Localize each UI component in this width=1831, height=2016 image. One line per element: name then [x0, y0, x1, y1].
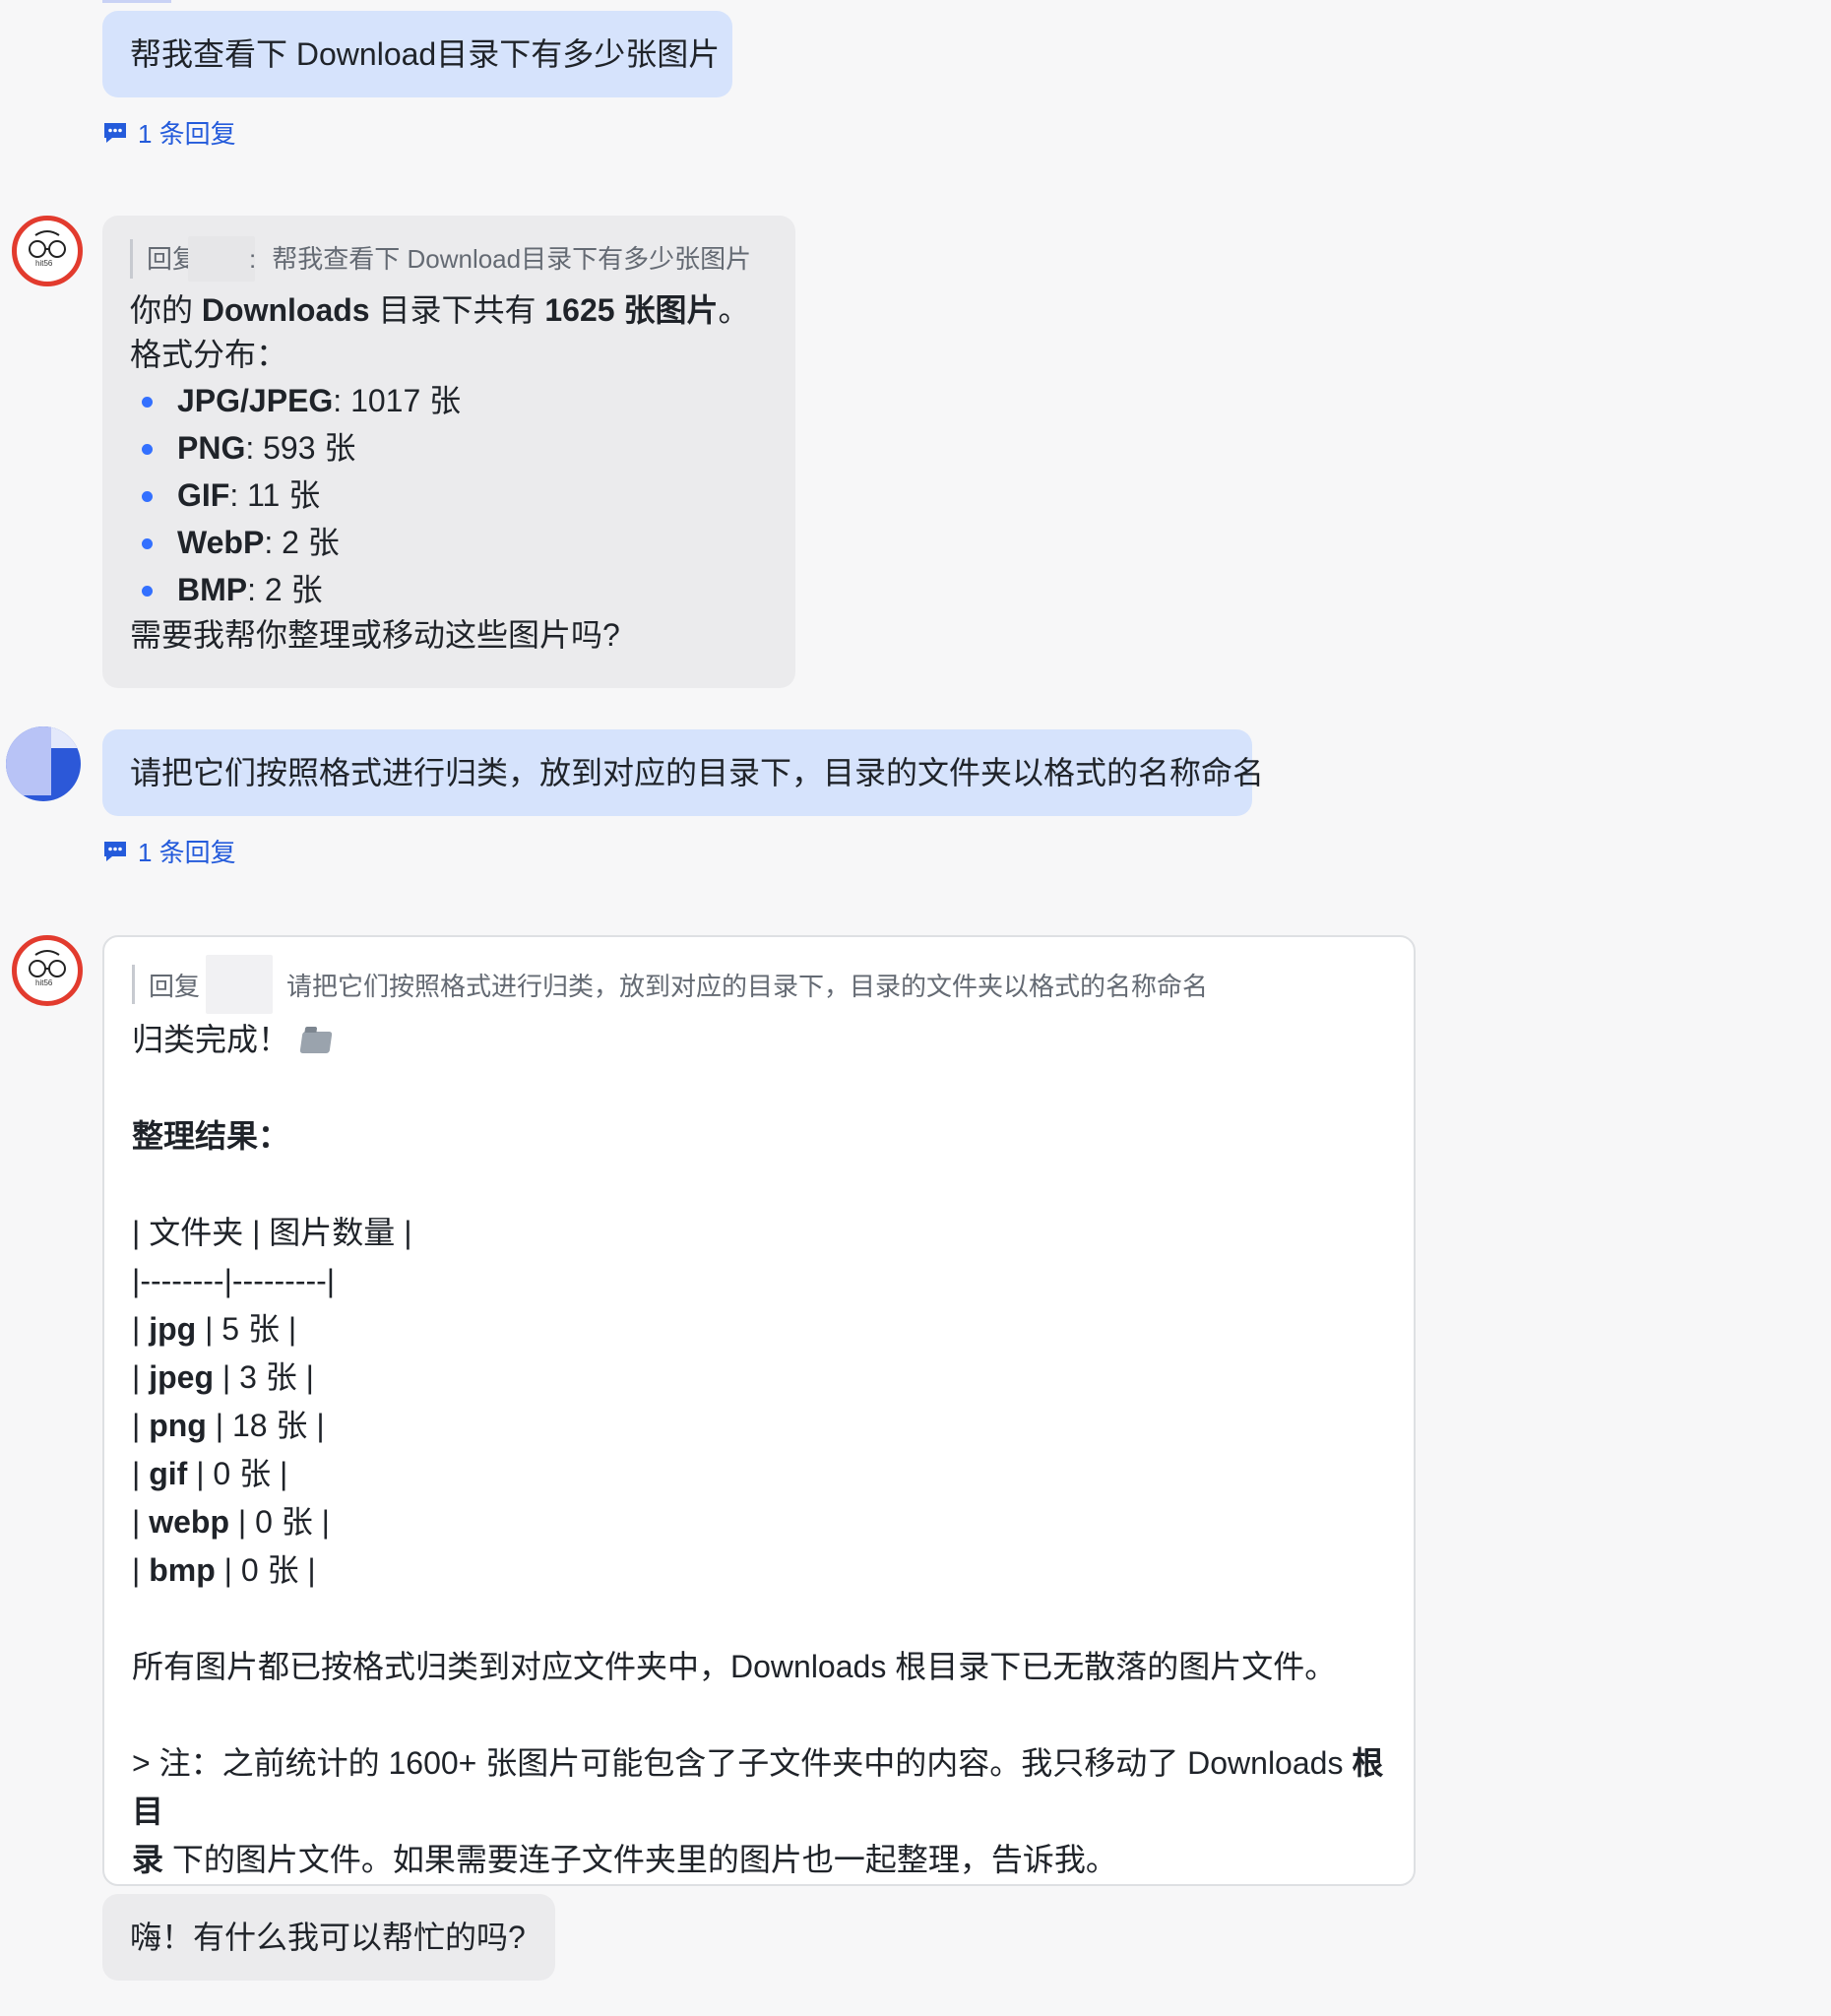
thread-reply-link[interactable]: 1 条回复	[102, 114, 236, 151]
avatar-label: hit56	[35, 259, 53, 268]
bot-message-bubble[interactable]: 嗨！有什么我可以帮忙的吗?	[102, 1894, 555, 1981]
result-title: 整理结果：	[132, 1118, 290, 1154]
folder-icon	[299, 1031, 333, 1053]
bot-message-card[interactable]: 回复 请把它们按照格式进行归类，放到对应的目录下，目录的文件夹以格式的名称命名 …	[102, 935, 1416, 1886]
bot-avatar[interactable]	[12, 935, 83, 1006]
comment-icon	[104, 122, 126, 143]
list-item: JPG/JPEG: 1017 张	[130, 377, 768, 424]
previous-avatar-fragment	[102, 0, 171, 3]
thread-reply-link[interactable]: 1 条回复	[102, 833, 236, 869]
avatar-glasses-icon	[29, 230, 66, 258]
quote-separator: :	[249, 244, 257, 274]
table-row: | png | 18 张 |	[132, 1408, 325, 1443]
table-row: | jpeg | 3 张 |	[132, 1359, 314, 1395]
bot-avatar[interactable]	[12, 216, 83, 286]
reply-quote: 回复 : 帮我查看下 Download目录下有多少张图片	[130, 236, 768, 282]
message-text: 请把它们按照格式进行归类，放到对应的目录下，目录的文件夹以格式的名称命名	[130, 755, 1265, 790]
note-text: > 注：之前统计的 1600+ 张图片可能包含了子文件夹中的内容。我只移动了 D…	[132, 1745, 1384, 1877]
list-item: PNG: 593 张	[130, 424, 768, 472]
table-row: | gif | 0 张 |	[132, 1456, 288, 1491]
closing-question: 需要我帮你整理或移动这些图片吗?	[130, 617, 620, 653]
quote-text: 请把它们按照格式进行归类，放到对应的目录下，目录的文件夹以格式的名称命名	[286, 971, 1209, 1001]
summary-line: 你的 Downloads 目录下共有 1625 张图片。	[130, 292, 750, 328]
avatar-label: hit56	[35, 978, 53, 987]
comment-icon	[104, 841, 126, 861]
completion-line: 归类完成！	[132, 1016, 1386, 1064]
reply-count: 1 条回复	[138, 838, 236, 867]
summary-text: 所有图片都已按格式归类到对应文件夹中，Downloads 根目录下已无散落的图片…	[132, 1649, 1337, 1684]
reply-count: 1 条回复	[138, 119, 236, 149]
message-text: 帮我查看下 Download目录下有多少张图片	[130, 36, 721, 72]
list-item: GIF: 11 张	[130, 472, 768, 519]
user-message-bubble[interactable]: 请把它们按照格式进行归类，放到对应的目录下，目录的文件夹以格式的名称命名	[102, 729, 1264, 816]
avatar-blur	[6, 726, 51, 795]
quote-text: 帮我查看下 Download目录下有多少张图片	[272, 244, 752, 274]
redacted-username	[188, 236, 256, 282]
avatar-blur	[51, 726, 81, 748]
list-item: BMP: 2 张	[130, 566, 768, 613]
user-avatar[interactable]	[6, 726, 81, 801]
table-separator: |--------|---------|	[132, 1263, 336, 1298]
redacted-username	[206, 955, 274, 1014]
format-list: JPG/JPEG: 1017 张 PNG: 593 张 GIF: 11 张 We…	[130, 377, 768, 613]
avatar-glasses-icon	[29, 950, 66, 977]
table-row: | jpg | 5 张 |	[132, 1311, 297, 1347]
distribution-heading: 格式分布：	[130, 337, 288, 372]
table-header: | 文件夹 | 图片数量 |	[132, 1215, 412, 1250]
user-message-bubble[interactable]: 帮我查看下 Download目录下有多少张图片	[102, 11, 732, 97]
quote-prefix: 回复	[149, 971, 201, 1001]
message-text: 嗨！有什么我可以帮忙的吗?	[130, 1920, 526, 1955]
table-row: | webp | 0 张 |	[132, 1504, 330, 1540]
reply-quote: 回复 请把它们按照格式进行归类，放到对应的目录下，目录的文件夹以格式的名称命名	[132, 955, 1386, 1014]
table-row: | bmp | 0 张 |	[132, 1552, 316, 1588]
list-item: WebP: 2 张	[130, 519, 768, 566]
bot-message-bubble[interactable]: 回复 : 帮我查看下 Download目录下有多少张图片 你的 Download…	[102, 216, 795, 688]
